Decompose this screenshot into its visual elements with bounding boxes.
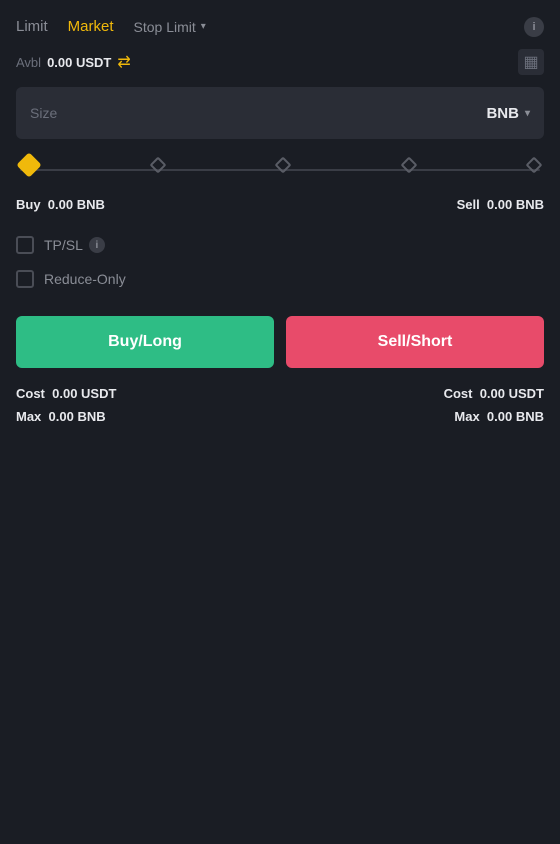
reduce-only-label: Reduce-Only: [44, 271, 126, 287]
swap-icon[interactable]: ⇄: [117, 52, 130, 72]
balance-value: 0.00 USDT: [47, 55, 111, 70]
buy-long-button[interactable]: Buy/Long: [16, 316, 274, 368]
sell-cost-item: Cost 0.00 USDT: [444, 386, 544, 401]
cost-row: Cost 0.00 USDT Cost 0.00 USDT: [16, 386, 544, 401]
sell-amount-value: 0.00 BNB: [487, 197, 544, 212]
slider-handle-25[interactable]: [149, 157, 166, 174]
tpsl-label: TP/SL i: [44, 237, 105, 253]
balance-label: Avbl: [16, 55, 41, 70]
buy-max-label: Max: [16, 409, 41, 424]
stop-limit-label: Stop Limit: [134, 19, 196, 35]
balance-row: Avbl 0.00 USDT ⇄ ▦: [16, 49, 544, 75]
slider-handle-100[interactable]: [526, 157, 543, 174]
slider-container[interactable]: [20, 159, 540, 175]
sell-max-item: Max 0.00 BNB: [454, 409, 544, 424]
sell-max-label: Max: [454, 409, 479, 424]
sell-cost-label: Cost: [444, 386, 473, 401]
buy-amount-label: Buy 0.00 BNB: [16, 197, 105, 212]
buy-label-text: Buy: [16, 197, 41, 212]
sell-amount-label: Sell 0.00 BNB: [457, 197, 544, 212]
reduce-only-label-text: Reduce-Only: [44, 271, 126, 287]
slider-handle-50[interactable]: [275, 157, 292, 174]
slider-handle-0[interactable]: [16, 152, 41, 177]
sell-label-text: Sell: [457, 197, 480, 212]
buy-max-item: Max 0.00 BNB: [16, 409, 106, 424]
currency-value: BNB: [486, 105, 519, 122]
tab-stop-limit[interactable]: Stop Limit ▾: [134, 19, 206, 35]
slider-dots: [20, 160, 540, 174]
action-buttons-row: Buy/Long Sell/Short: [16, 316, 544, 368]
tab-bar: Limit Market Stop Limit ▾ i: [0, 0, 560, 49]
tpsl-checkbox[interactable]: [16, 236, 34, 254]
slider-handle-75[interactable]: [400, 157, 417, 174]
reduce-only-checkbox[interactable]: [16, 270, 34, 288]
buy-max-value: 0.00 BNB: [49, 409, 106, 424]
tab-limit[interactable]: Limit: [16, 14, 48, 39]
currency-caret-icon: ▾: [525, 108, 530, 119]
sell-cost-value: 0.00 USDT: [480, 386, 544, 401]
calculator-icon[interactable]: ▦: [518, 49, 544, 75]
buy-amount-value: 0.00 BNB: [48, 197, 105, 212]
main-content: Avbl 0.00 USDT ⇄ ▦ Size BNB ▾ Buy 0.00 B…: [0, 49, 560, 452]
stop-limit-arrow-icon: ▾: [201, 21, 206, 32]
buy-sell-row: Buy 0.00 BNB Sell 0.00 BNB: [16, 197, 544, 212]
reduce-only-row: Reduce-Only: [16, 270, 544, 288]
size-input-field[interactable]: Size BNB ▾: [16, 87, 544, 139]
tpsl-row: TP/SL i: [16, 236, 544, 254]
buy-cost-item: Cost 0.00 USDT: [16, 386, 116, 401]
tab-market[interactable]: Market: [68, 14, 114, 39]
tpsl-label-text: TP/SL: [44, 237, 83, 253]
currency-selector[interactable]: BNB ▾: [486, 105, 530, 122]
sell-short-button[interactable]: Sell/Short: [286, 316, 544, 368]
balance-left: Avbl 0.00 USDT ⇄: [16, 52, 131, 72]
size-label: Size: [30, 105, 57, 121]
buy-cost-value: 0.00 USDT: [52, 386, 116, 401]
tpsl-info-icon[interactable]: i: [89, 237, 105, 253]
max-row: Max 0.00 BNB Max 0.00 BNB: [16, 409, 544, 424]
buy-cost-label: Cost: [16, 386, 45, 401]
global-info-icon[interactable]: i: [524, 17, 544, 37]
sell-max-value: 0.00 BNB: [487, 409, 544, 424]
